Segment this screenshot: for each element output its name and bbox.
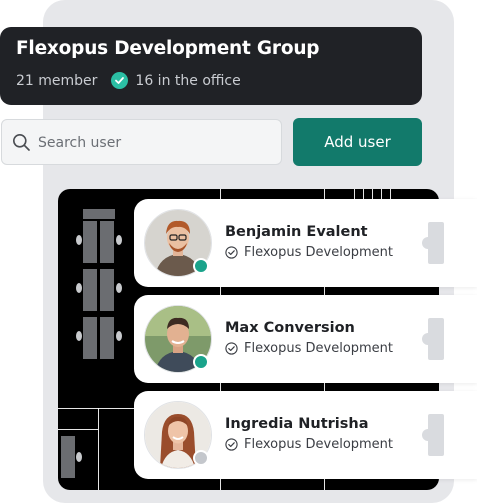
map-desk bbox=[428, 222, 444, 264]
add-user-button[interactable]: Add user bbox=[293, 118, 422, 166]
map-wall bbox=[98, 408, 99, 490]
user-name: Max Conversion bbox=[225, 320, 355, 336]
map-desk[interactable] bbox=[83, 269, 97, 311]
check-circle-icon bbox=[225, 438, 238, 451]
check-circle-icon bbox=[111, 72, 129, 89]
offline-status-dot bbox=[193, 450, 209, 466]
map-desk[interactable] bbox=[100, 221, 114, 263]
map-chair bbox=[116, 235, 122, 245]
user-card[interactable]: Ingredia Nutrisha Flexopus Development bbox=[134, 391, 477, 479]
map-desk[interactable] bbox=[100, 317, 114, 359]
online-status-dot bbox=[193, 258, 209, 274]
map-desk bbox=[428, 414, 444, 456]
user-name: Benjamin Evalent bbox=[225, 224, 368, 240]
user-name: Ingredia Nutrisha bbox=[225, 416, 369, 432]
office-count: 16 in the office bbox=[135, 72, 241, 89]
map-chair bbox=[116, 331, 122, 341]
map-chair bbox=[76, 331, 82, 341]
user-team: Flexopus Development bbox=[225, 437, 393, 452]
map-desk[interactable] bbox=[83, 317, 97, 359]
map-chair bbox=[116, 283, 122, 293]
member-count: 21 member bbox=[16, 72, 98, 89]
user-team-label: Flexopus Development bbox=[244, 437, 394, 452]
search-icon bbox=[12, 133, 31, 156]
user-team-label: Flexopus Development bbox=[244, 245, 394, 260]
check-circle-icon bbox=[225, 342, 238, 355]
map-desk[interactable] bbox=[83, 209, 115, 219]
group-meta: 21 member 16 in the office bbox=[16, 72, 241, 89]
user-team-label: Flexopus Development bbox=[244, 341, 394, 356]
map-wall bbox=[58, 429, 98, 430]
avatar bbox=[144, 401, 212, 469]
check-circle-icon bbox=[225, 246, 238, 259]
map-desk[interactable] bbox=[83, 221, 97, 263]
search-field[interactable] bbox=[1, 119, 282, 165]
avatar bbox=[144, 305, 212, 373]
search-input[interactable] bbox=[36, 130, 270, 156]
map-desk[interactable] bbox=[61, 436, 75, 478]
online-status-dot bbox=[193, 354, 209, 370]
user-team: Flexopus Development bbox=[225, 341, 393, 356]
user-card[interactable]: Max Conversion Flexopus Development bbox=[134, 295, 477, 383]
group-header: Flexopus Development Group 21 member 16 … bbox=[0, 27, 422, 105]
map-desk[interactable] bbox=[100, 269, 114, 311]
map-desk bbox=[428, 318, 444, 360]
map-chair bbox=[76, 235, 82, 245]
group-title: Flexopus Development Group bbox=[16, 38, 320, 59]
user-card[interactable]: Benjamin Evalent Flexopus Development bbox=[134, 199, 477, 287]
map-chair bbox=[76, 283, 82, 293]
user-team: Flexopus Development bbox=[225, 245, 393, 260]
map-chair bbox=[76, 452, 82, 462]
avatar bbox=[144, 209, 212, 277]
